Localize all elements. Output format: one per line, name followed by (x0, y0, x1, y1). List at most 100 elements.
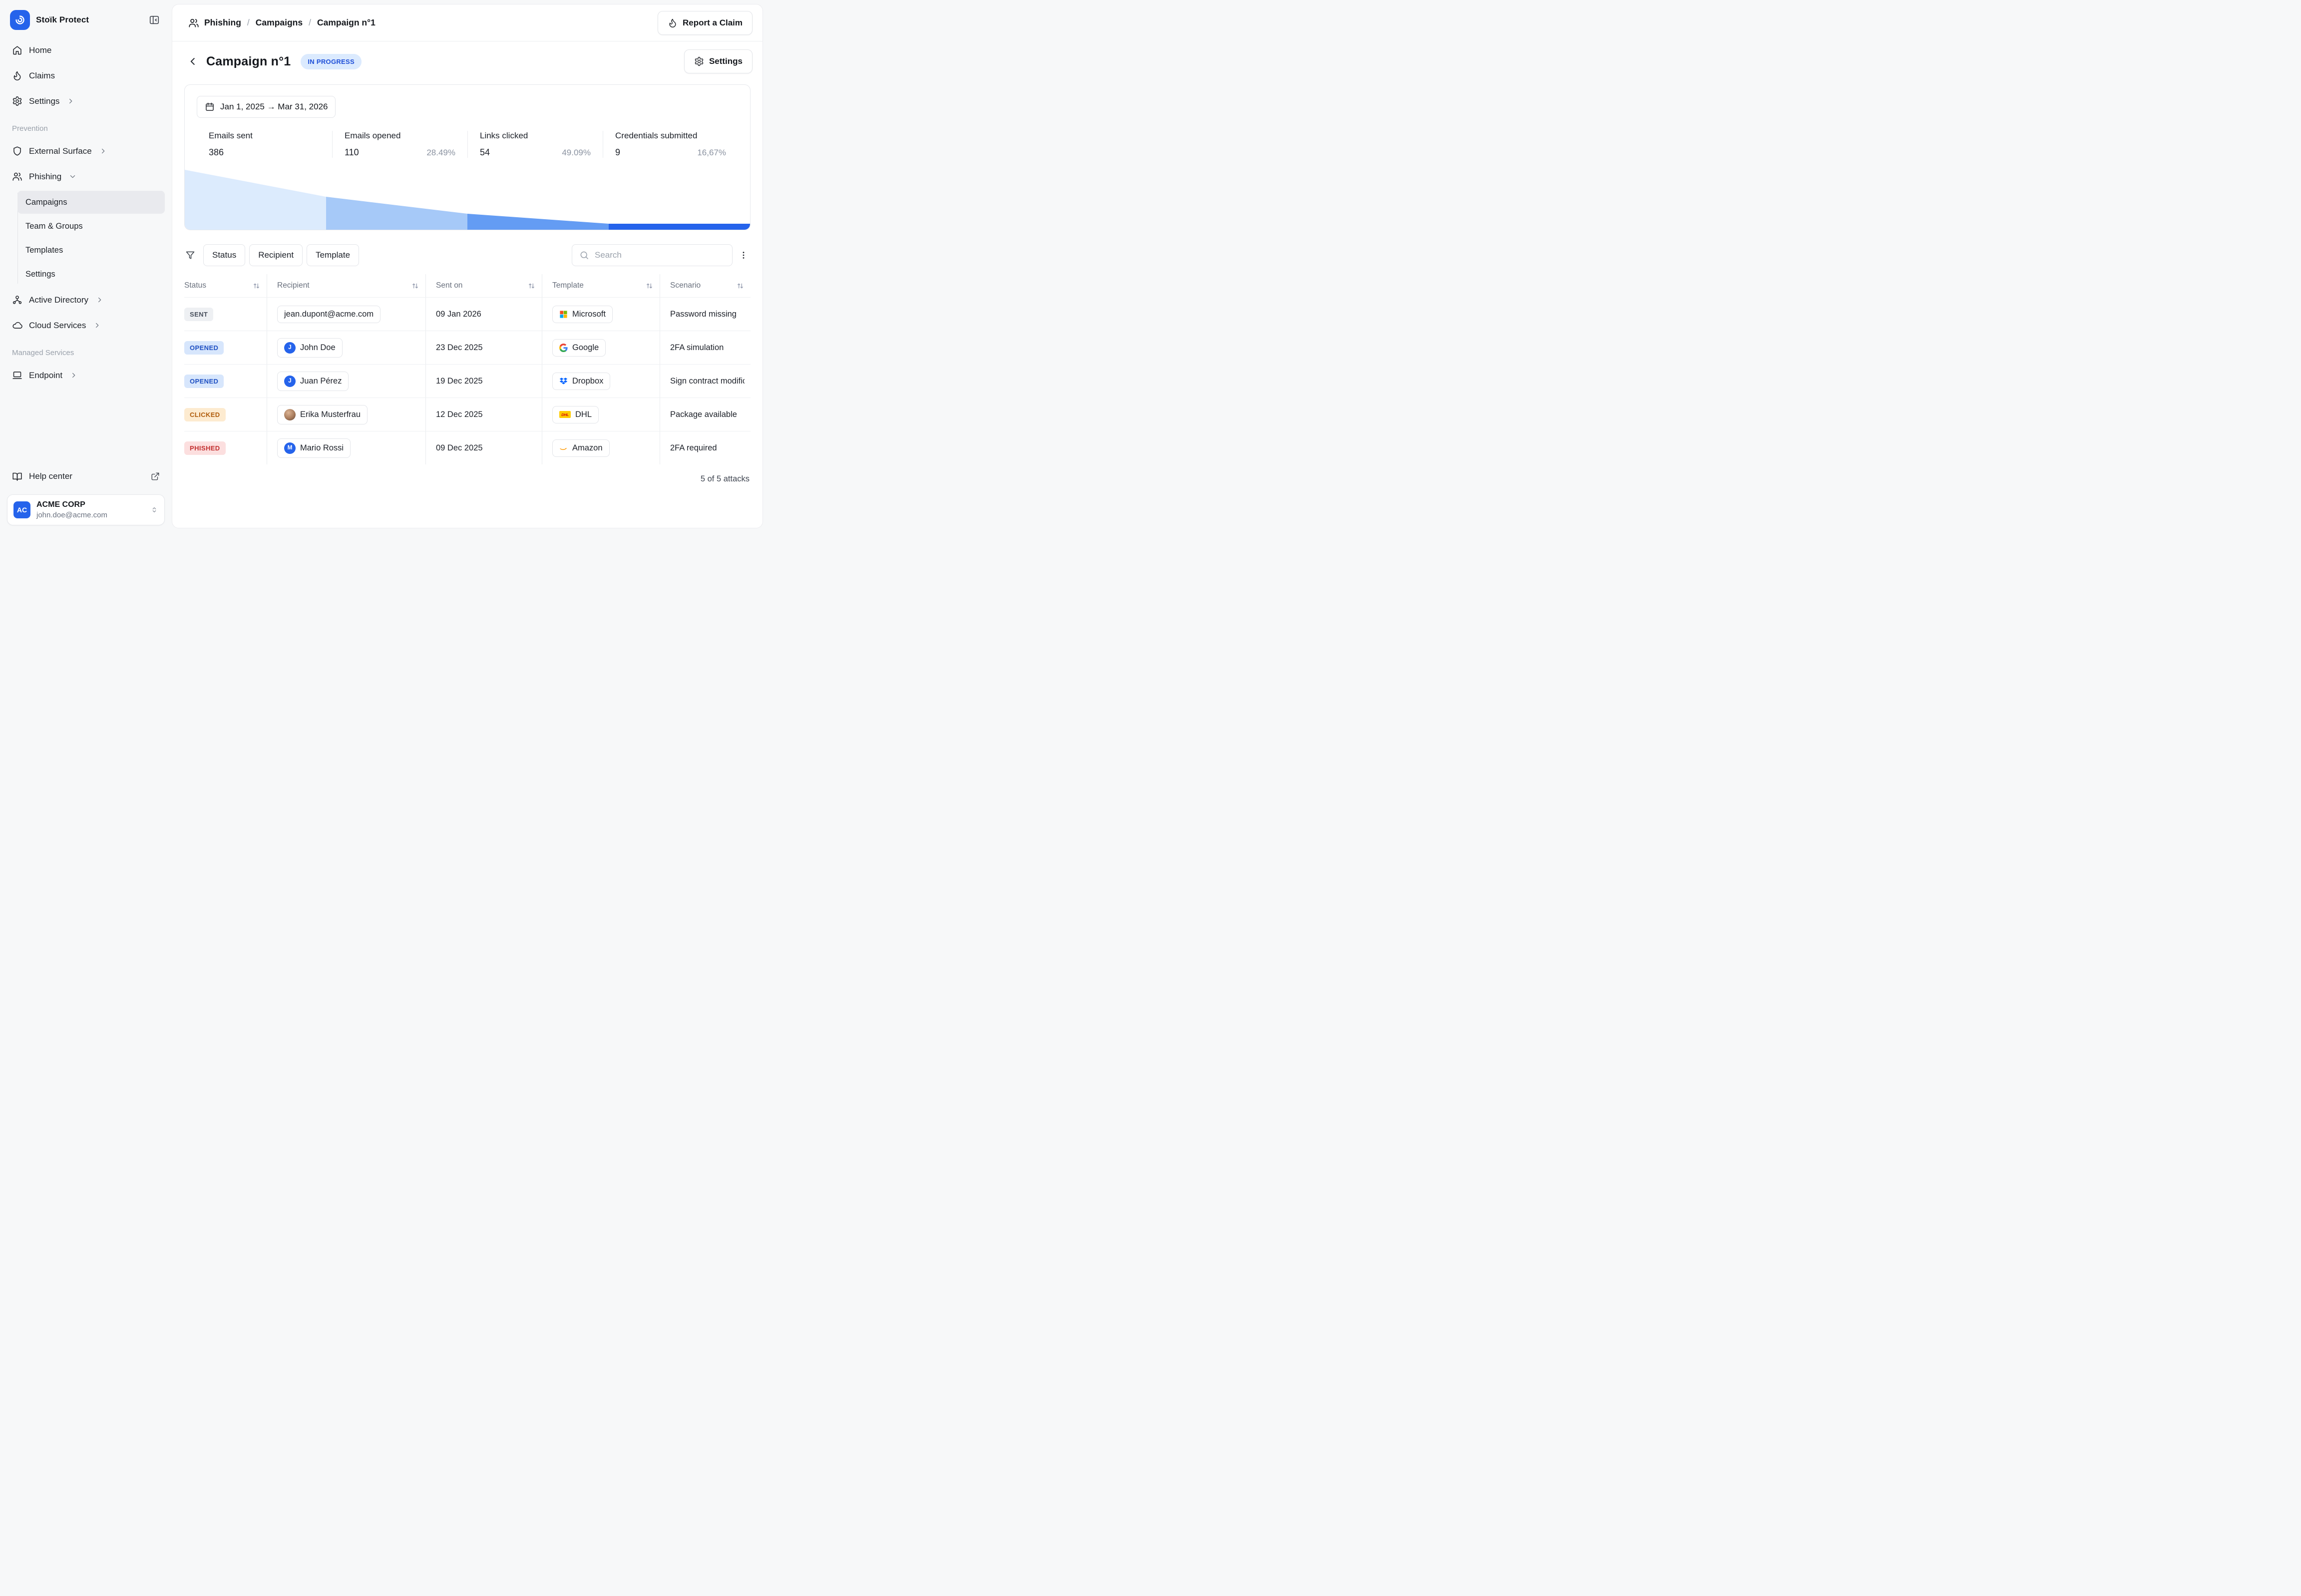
status-badge: IN PROGRESS (301, 54, 362, 69)
filter-icon (185, 250, 195, 260)
sidebar-item-label: Campaigns (25, 198, 67, 207)
book-open-icon (12, 471, 22, 482)
sidebar-item-campaigns[interactable]: Campaigns (17, 191, 165, 214)
sidebar-item-label: Phishing (29, 172, 61, 182)
stat-value: 9 (615, 147, 620, 158)
date-range-picker[interactable]: Jan 1, 2025 → Mar 31, 2026 (197, 96, 336, 118)
sidebar-item-cloud-services[interactable]: Cloud Services (7, 313, 165, 338)
stat-value: 54 (480, 147, 490, 158)
sidebar-item-label: Settings (29, 96, 59, 106)
sort-icon[interactable] (253, 282, 260, 290)
sidebar-item-settings[interactable]: Settings (7, 89, 165, 113)
account-avatar: AC (13, 501, 30, 518)
brand-name: Stoïk Protect (36, 15, 89, 25)
report-claim-button[interactable]: Report a Claim (658, 11, 753, 35)
sidebar-item-label: Settings (25, 270, 55, 279)
table-row[interactable]: OPENED JJohn Doe 23 Dec 2025 Google 2FA … (184, 331, 751, 364)
sent-on-cell: 12 Dec 2025 (436, 410, 483, 419)
section-label-prevention: Prevention (7, 114, 165, 138)
search-icon (579, 250, 589, 260)
status-badge: PHISHED (184, 441, 226, 455)
column-header-scenario[interactable]: Scenario (660, 274, 751, 297)
recipient-pill[interactable]: JJuan Pérez (277, 372, 349, 391)
status-badge: CLICKED (184, 408, 226, 421)
recipient-pill[interactable]: MMario Rossi (277, 438, 351, 458)
template-pill[interactable]: DHLDHL (552, 406, 599, 423)
attacks-table: Status Recipient Sent on Template Scenar… (184, 274, 751, 464)
column-header-recipient[interactable]: Recipient (267, 274, 426, 297)
sidebar-item-endpoint[interactable]: Endpoint (7, 363, 165, 388)
sidebar-item-team-groups[interactable]: Team & Groups (17, 215, 165, 238)
column-header-template[interactable]: Template (542, 274, 660, 297)
filter-chip-recipient[interactable]: Recipient (249, 244, 303, 266)
calendar-icon (205, 102, 215, 112)
sort-icon[interactable] (737, 282, 744, 290)
sidebar-item-label: Home (29, 45, 51, 55)
table-row[interactable]: CLICKED Erika Musterfrau 12 Dec 2025 DHL… (184, 398, 751, 431)
filter-chip-status[interactable]: Status (203, 244, 245, 266)
sort-icon[interactable] (646, 282, 653, 290)
sort-icon[interactable] (411, 282, 419, 290)
column-header-sent-on[interactable]: Sent on (426, 274, 542, 297)
panel-left-icon (149, 14, 160, 25)
sidebar-item-phishing-settings[interactable]: Settings (17, 263, 165, 286)
table-row[interactable]: OPENED JJuan Pérez 19 Dec 2025 Dropbox S… (184, 364, 751, 398)
filter-chip-template[interactable]: Template (307, 244, 359, 266)
template-pill[interactable]: Amazon (552, 439, 610, 457)
template-pill[interactable]: Google (552, 339, 606, 357)
recipient-pill[interactable]: jean.dupont@acme.com (277, 306, 381, 323)
sidebar-item-label: External Surface (29, 146, 92, 156)
microsoft-logo-icon (559, 310, 568, 319)
back-button[interactable] (185, 54, 200, 69)
scenario-cell: Package available (670, 410, 737, 419)
search-input[interactable] (595, 250, 725, 260)
table-row[interactable]: SENT jean.dupont@acme.com 09 Jan 2026 Mi… (184, 297, 751, 331)
gear-icon (694, 56, 704, 66)
account-name: ACME CORP (36, 500, 107, 509)
users-icon (188, 17, 199, 28)
recipient-pill[interactable]: Erika Musterfrau (277, 405, 368, 424)
status-badge: SENT (184, 308, 213, 321)
sidebar-item-phishing[interactable]: Phishing (7, 164, 165, 189)
sidebar-item-claims[interactable]: Claims (7, 63, 165, 88)
campaign-content: Jan 1, 2025 → Mar 31, 2026 Emails sent 3… (172, 77, 763, 528)
template-pill[interactable]: Dropbox (552, 373, 610, 390)
topbar: Phishing / Campaigns / Campaign n°1 Repo… (172, 4, 763, 41)
table-row[interactable]: PHISHED MMario Rossi 09 Dec 2025 Amazon … (184, 431, 751, 464)
stats-head: Jan 1, 2025 → Mar 31, 2026 Emails sent 3… (185, 85, 750, 158)
sidebar-item-templates[interactable]: Templates (17, 239, 165, 262)
sent-on-cell: 19 Dec 2025 (436, 377, 483, 386)
breadcrumb-phishing[interactable]: Phishing (204, 17, 241, 28)
breadcrumb-campaigns[interactable]: Campaigns (256, 17, 303, 28)
breadcrumb-current: Campaign n°1 (317, 17, 376, 28)
stat-percent: 28.49% (426, 148, 455, 158)
stat-credentials-submitted: Credentials submitted 916,67% (603, 131, 738, 158)
account-meta: ACME CORP john.doe@acme.com (36, 500, 107, 519)
sidebar-item-external-surface[interactable]: External Surface (7, 139, 165, 163)
sidebar-collapse-button[interactable] (147, 12, 162, 27)
stat-emails-opened: Emails opened 11028.49% (332, 131, 467, 158)
filter-button[interactable] (184, 247, 199, 263)
settings-button[interactable]: Settings (684, 49, 753, 73)
sent-on-cell: 09 Jan 2026 (436, 310, 481, 319)
stoik-logo (10, 10, 30, 30)
column-header-status[interactable]: Status (184, 274, 267, 297)
chevron-left-icon (187, 56, 198, 67)
flame-icon (12, 70, 22, 81)
more-options-button[interactable] (737, 246, 751, 264)
dropbox-logo-icon (559, 377, 568, 386)
sidebar-item-label: Claims (29, 71, 55, 81)
swirl-logo-icon (14, 14, 26, 26)
account-switcher[interactable]: AC ACME CORP john.doe@acme.com (7, 494, 165, 525)
recipient-pill[interactable]: JJohn Doe (277, 338, 343, 358)
sidebar-item-help-center[interactable]: Help center (7, 464, 165, 488)
table-footer: 5 of 5 attacks (184, 464, 751, 489)
report-claim-label: Report a Claim (683, 18, 743, 28)
sort-icon[interactable] (528, 282, 535, 290)
sidebar-item-active-directory[interactable]: Active Directory (7, 288, 165, 312)
sidebar-item-home[interactable]: Home (7, 38, 165, 62)
template-pill[interactable]: Microsoft (552, 306, 613, 323)
scenario-cell: 2FA simulation (670, 343, 724, 353)
search-box (572, 244, 733, 266)
main-panel: Phishing / Campaigns / Campaign n°1 Repo… (172, 4, 763, 528)
